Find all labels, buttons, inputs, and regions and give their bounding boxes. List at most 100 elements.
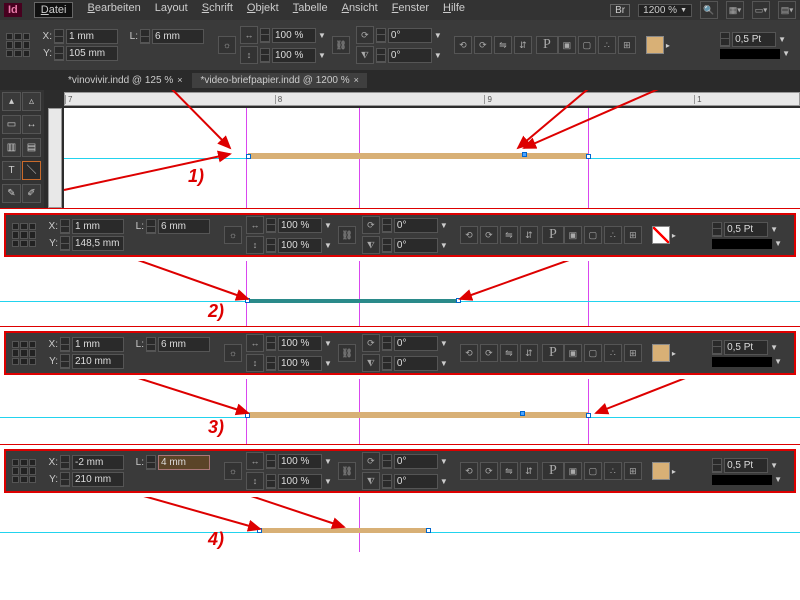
shear-field[interactable]: 0° <box>388 48 432 63</box>
shear-field[interactable]: 0° <box>394 238 438 253</box>
rotate-field[interactable]: 0° <box>388 28 432 43</box>
ruler-horizontal[interactable]: 7891 <box>64 92 800 106</box>
y-field[interactable]: 210 mm <box>72 472 124 487</box>
scale-x-field[interactable]: 100 % <box>272 28 316 43</box>
stroke-weight-field[interactable]: 0,5 Pt <box>724 222 768 237</box>
tab-video-briefpapier[interactable]: *video-briefpapier.indd @ 1200 %× <box>192 73 366 88</box>
selection-handle[interactable] <box>257 528 262 533</box>
reference-point[interactable] <box>6 33 30 57</box>
selection-handle[interactable] <box>520 411 525 416</box>
y-field[interactable]: 105 mm <box>66 46 118 61</box>
selection-handle[interactable] <box>426 528 431 533</box>
shear-spinner[interactable] <box>376 48 386 63</box>
y-field[interactable]: 148,5 mm <box>72 236 124 251</box>
menu-fenster[interactable]: Fenster <box>392 2 429 18</box>
flip-h-icon[interactable]: ⇋ <box>494 36 512 54</box>
scalex-spinner[interactable] <box>260 28 270 43</box>
selection-handle[interactable] <box>245 413 250 418</box>
fill-swatch[interactable] <box>652 344 670 362</box>
canvas-step-2[interactable]: 2) <box>0 261 800 326</box>
stroke-style[interactable] <box>720 49 780 59</box>
rot-spinner[interactable] <box>376 28 386 43</box>
dropdown-icon[interactable]: ▼ <box>318 31 326 40</box>
scale-x-field[interactable]: 100 % <box>278 218 322 233</box>
direct-selection-tool[interactable]: ▵ <box>22 92 41 111</box>
line-tool[interactable]: ＼ <box>22 161 41 180</box>
search-icon[interactable]: 🔍 <box>700 1 718 19</box>
scale-y-field[interactable]: 100 % <box>278 238 322 253</box>
line-object[interactable] <box>248 412 588 418</box>
selection-handle[interactable] <box>245 298 250 303</box>
selection-handle[interactable] <box>586 154 591 159</box>
menu-datei[interactable]: Datei <box>34 2 74 18</box>
stroke-weight-field[interactable]: 0,5 Pt <box>724 340 768 355</box>
reference-point[interactable] <box>12 223 36 247</box>
reference-point[interactable] <box>12 341 36 365</box>
flip-v-icon[interactable]: ⇵ <box>514 36 532 54</box>
dropdown-icon[interactable]: ▼ <box>318 51 326 60</box>
tab-vinovivir[interactable]: *vinovivir.indd @ 125 %× <box>60 73 190 88</box>
x-field[interactable]: -2 mm <box>72 455 124 470</box>
pencil-tool[interactable]: ✐ <box>22 184 41 203</box>
selection-handle[interactable] <box>456 298 461 303</box>
l-field[interactable]: 4 mm <box>158 455 210 470</box>
close-icon[interactable]: × <box>177 75 182 85</box>
menu-schrift[interactable]: Schrift <box>202 2 233 18</box>
fill-swatch[interactable] <box>646 36 664 54</box>
menu-bearbeiten[interactable]: Bearbeiten <box>87 2 140 18</box>
zoom-level[interactable]: 1200 %▼ <box>638 4 692 17</box>
link-icon[interactable]: ⛓ <box>338 344 356 362</box>
link-icon[interactable]: ⛓ <box>338 226 356 244</box>
selection-handle[interactable] <box>246 154 251 159</box>
bridge-button[interactable]: Br <box>610 4 630 17</box>
menu-objekt[interactable]: Objekt <box>247 2 279 18</box>
rotate-ccw-icon[interactable]: ⟲ <box>454 36 472 54</box>
fill-swatch[interactable] <box>652 462 670 480</box>
reference-point[interactable] <box>12 459 36 483</box>
stroke-weight-field[interactable]: 0,5 Pt <box>724 458 768 473</box>
x-field[interactable]: 1 mm <box>72 337 124 352</box>
selection-tool[interactable]: ▴ <box>2 92 21 111</box>
link-icon[interactable]: ⛓ <box>332 36 350 54</box>
gap-tool[interactable]: ↔ <box>22 115 41 134</box>
x-spinner[interactable] <box>54 29 64 44</box>
fill-swatch[interactable] <box>652 226 670 244</box>
content-collector-tool[interactable]: ▥ <box>2 138 21 157</box>
line-object[interactable] <box>260 528 428 533</box>
view-options-icon[interactable]: ▦▾ <box>726 1 744 19</box>
selection-handle[interactable] <box>522 152 527 157</box>
select-content-icon[interactable]: ▢ <box>578 36 596 54</box>
l-field[interactable]: 6 mm <box>152 29 204 44</box>
canvas-step-3[interactable]: 3) <box>0 379 800 444</box>
canvas[interactable]: 7891 <box>44 90 800 208</box>
stroke-style[interactable] <box>712 239 772 249</box>
menu-tabelle[interactable]: Tabelle <box>293 2 328 18</box>
menu-hilfe[interactable]: Hilfe <box>443 2 465 18</box>
fill-dropdown-icon[interactable]: ▸ <box>666 41 670 50</box>
select-container-icon[interactable]: ▣ <box>558 36 576 54</box>
bulb-icon[interactable]: ☼ <box>218 36 236 54</box>
content-placer-tool[interactable]: ▤ <box>22 138 41 157</box>
pen-tool[interactable]: ✎ <box>2 184 21 203</box>
arrange-icon[interactable]: ▤▾ <box>778 1 796 19</box>
link-icon[interactable]: ⛓ <box>338 462 356 480</box>
close-icon[interactable]: × <box>354 75 359 85</box>
screen-mode-icon[interactable]: ▭▾ <box>752 1 770 19</box>
y-spinner[interactable] <box>54 46 64 61</box>
menu-layout[interactable]: Layout <box>155 2 188 18</box>
line-object[interactable] <box>248 299 458 303</box>
stroke-w-spinner[interactable] <box>720 32 730 47</box>
type-tool[interactable]: T <box>2 161 21 180</box>
scale-y-field[interactable]: 100 % <box>272 48 316 63</box>
l-field[interactable]: 6 mm <box>158 219 210 234</box>
scaley-spinner[interactable] <box>260 48 270 63</box>
selection-handle[interactable] <box>586 413 591 418</box>
page-tool[interactable]: ▭ <box>2 115 21 134</box>
menu-ansicht[interactable]: Ansicht <box>342 2 378 18</box>
canvas-step-4[interactable]: 4) <box>0 497 800 552</box>
rotate-field[interactable]: 0° <box>394 218 438 233</box>
node-icon[interactable]: ∴ <box>598 36 616 54</box>
l-spinner[interactable] <box>140 29 150 44</box>
line-object[interactable] <box>248 153 588 159</box>
stroke-weight-field[interactable]: 0,5 Pt <box>732 32 776 47</box>
